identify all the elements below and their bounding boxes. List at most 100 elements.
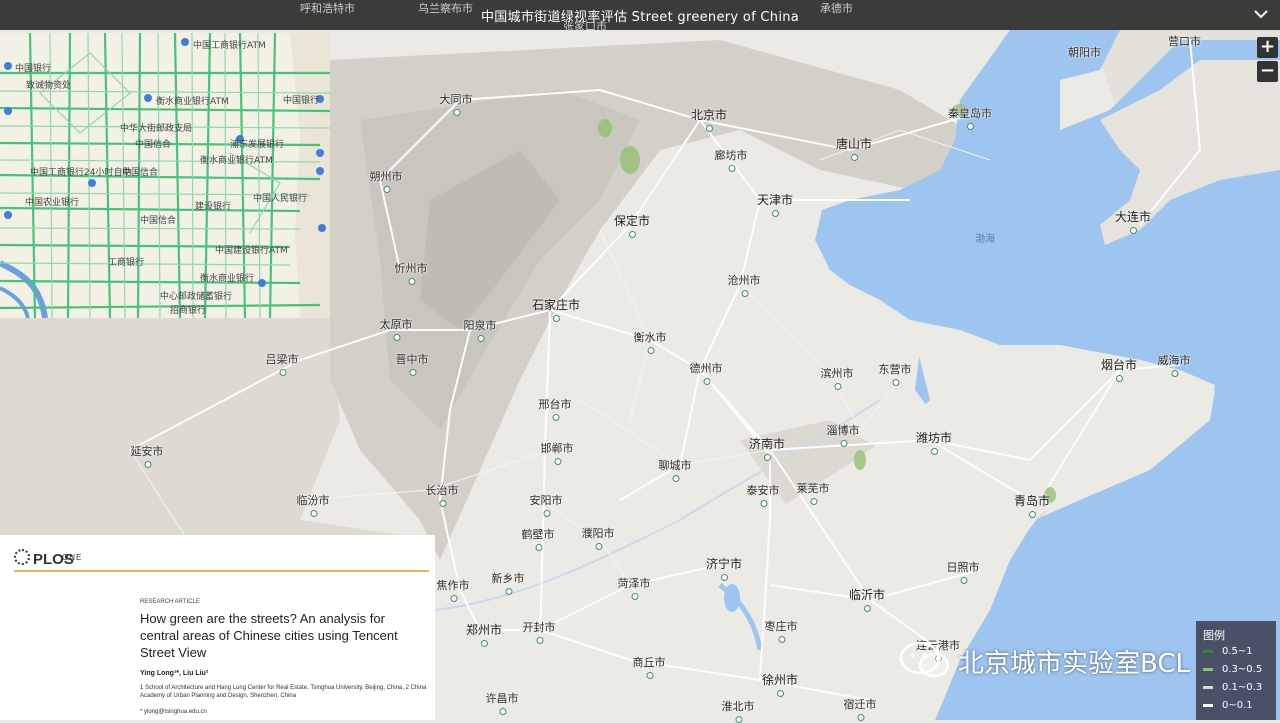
city-label[interactable]: 日照市 [947, 559, 980, 584]
city-label[interactable]: 滨州市 [821, 365, 854, 390]
city-label[interactable]: 菏泽市 [618, 575, 651, 600]
city-label[interactable]: 莱芜市 [796, 480, 830, 505]
city-marker-icon [408, 278, 415, 285]
city-label[interactable]: 威海市 [1158, 352, 1191, 377]
legend-label: 0.3~0.5 [1222, 664, 1263, 675]
city-label[interactable]: 邢台市 [539, 396, 572, 421]
city-marker-icon [647, 347, 654, 354]
city-label[interactable]: 焦作市 [436, 577, 470, 602]
city-name: 邯郸市 [540, 442, 574, 455]
city-label[interactable]: 徐州市 [762, 671, 798, 697]
city-marker-icon [499, 708, 506, 715]
city-label[interactable]: 大连市 [1115, 208, 1151, 234]
city-marker-icon [728, 165, 735, 172]
city-label[interactable]: 商丘市 [633, 654, 666, 679]
paper-email: * ylong@tsinghua.edu.cn [140, 709, 207, 715]
city-marker-icon [760, 500, 767, 507]
legend-swatch [1203, 667, 1213, 671]
city-name: 延安市 [130, 445, 164, 458]
city-label[interactable]: 忻州市 [395, 260, 428, 285]
city-label[interactable]: 邯郸市 [540, 440, 574, 465]
city-label[interactable]: 许昌市 [486, 690, 519, 715]
inset-street-map[interactable]: 中国银行 中国工商银行ATM 致诚物资处 衡水商业银行ATM 中国银行 中华大街… [0, 33, 330, 318]
inset-poi-label: 衡水商业银行ATM [200, 156, 273, 166]
city-marker-icon [892, 379, 899, 386]
legend-label: 0.5~1 [1222, 646, 1253, 657]
inset-poi-label: 衡水商业银行ATM [156, 97, 229, 107]
city-marker-icon [763, 454, 771, 461]
city-label[interactable]: 烟台市 [1100, 356, 1138, 382]
city-label[interactable]: 廊坊市 [715, 147, 748, 172]
city-label[interactable]: 临汾市 [297, 492, 330, 517]
city-label[interactable]: 长治市 [426, 482, 459, 507]
city-name: 郑州市 [465, 623, 503, 637]
inset-poi-label: 浦东发展银行 [230, 140, 285, 150]
city-name: 开封市 [522, 621, 556, 634]
city-label[interactable]: 新乡市 [491, 570, 525, 595]
city-label[interactable]: 安阳市 [530, 492, 563, 517]
zoom-out-button[interactable]: − [1257, 61, 1278, 82]
inset-poi-label: 中国建设银行ATM [215, 246, 288, 256]
city-label[interactable]: 北京市 [691, 106, 727, 132]
city-label[interactable]: 郑州市 [465, 621, 503, 647]
city-marker-icon [930, 448, 938, 455]
city-marker-icon [535, 544, 542, 551]
city-label[interactable]: 濮阳市 [582, 525, 615, 550]
city-label[interactable]: 淄博市 [826, 422, 860, 447]
city-name: 焦作市 [436, 579, 470, 592]
city-name: 临沂市 [848, 588, 886, 602]
city-label[interactable]: 济宁市 [706, 555, 742, 581]
city-name: 济南市 [748, 437, 786, 451]
chevron-down-icon[interactable] [1252, 4, 1270, 24]
city-label[interactable]: 泰安市 [746, 482, 780, 507]
city-label[interactable]: 唐山市 [836, 135, 872, 161]
city-label[interactable]: 德州市 [690, 360, 723, 385]
city-marker-icon [850, 154, 858, 161]
city-label[interactable]: 吕梁市 [266, 351, 299, 376]
city-marker-icon [1115, 375, 1123, 382]
inset-poi-label: 中心邮政储蓄银行 [160, 292, 233, 302]
city-label[interactable]: 宿迁市 [843, 696, 877, 721]
city-name: 莱芜市 [796, 482, 830, 495]
city-label[interactable]: 枣庄市 [765, 618, 798, 643]
city-label[interactable]: 朔州市 [369, 168, 403, 193]
city-label[interactable]: 石家庄市 [532, 296, 580, 322]
city-label[interactable]: 潍坊市 [915, 429, 953, 455]
city-label[interactable]: 鹤壁市 [522, 526, 555, 551]
city-label[interactable]: 阳泉市 [464, 317, 497, 342]
city-name: 泰安市 [746, 484, 780, 497]
city-label[interactable]: 天津市 [756, 191, 794, 217]
city-label[interactable]: 太原市 [380, 316, 413, 341]
city-label[interactable]: 淮北市 [722, 698, 755, 723]
city-name: 淄博市 [826, 424, 860, 437]
city-name: 天津市 [756, 193, 794, 207]
city-name: 东营市 [878, 363, 912, 376]
wechat-icon [899, 641, 950, 678]
city-label[interactable]: 延安市 [130, 443, 164, 468]
city-name: 潍坊市 [915, 431, 953, 445]
inset-poi-label: 中华大街邮政支局 [120, 124, 193, 134]
zoom-in-button[interactable]: + [1257, 37, 1278, 58]
city-label[interactable]: 晋中市 [396, 351, 429, 376]
city-label[interactable]: 大同市 [440, 91, 473, 116]
paper-preview[interactable]: PLOS ONE RESEARCH ARTICLE How green are … [0, 535, 435, 720]
city-label[interactable]: 衡水市 [634, 329, 667, 354]
city-marker-icon [703, 378, 710, 385]
city-label[interactable]: 开封市 [522, 619, 556, 644]
city-label[interactable]: 济南市 [748, 435, 786, 461]
city-marker-icon [450, 595, 457, 602]
city-marker-icon [771, 210, 779, 217]
city-label[interactable]: 保定市 [614, 212, 650, 238]
legend-swatch [1203, 703, 1213, 707]
city-name: 朔州市 [369, 170, 403, 183]
city-name: 宿迁市 [843, 698, 877, 711]
city-label[interactable]: 东营市 [878, 361, 912, 386]
city-label[interactable]: 秦皇岛市 [948, 105, 992, 130]
city-name: 新乡市 [491, 572, 525, 585]
city-label[interactable]: 临沂市 [848, 586, 886, 612]
city-label[interactable]: 沧州市 [728, 272, 761, 297]
inset-poi-label: 衡水商业银行 [200, 274, 255, 284]
city-label[interactable]: 聊城市 [659, 457, 692, 482]
city-name: 烟台市 [1100, 358, 1138, 372]
city-label[interactable]: 青岛市 [1014, 492, 1050, 518]
